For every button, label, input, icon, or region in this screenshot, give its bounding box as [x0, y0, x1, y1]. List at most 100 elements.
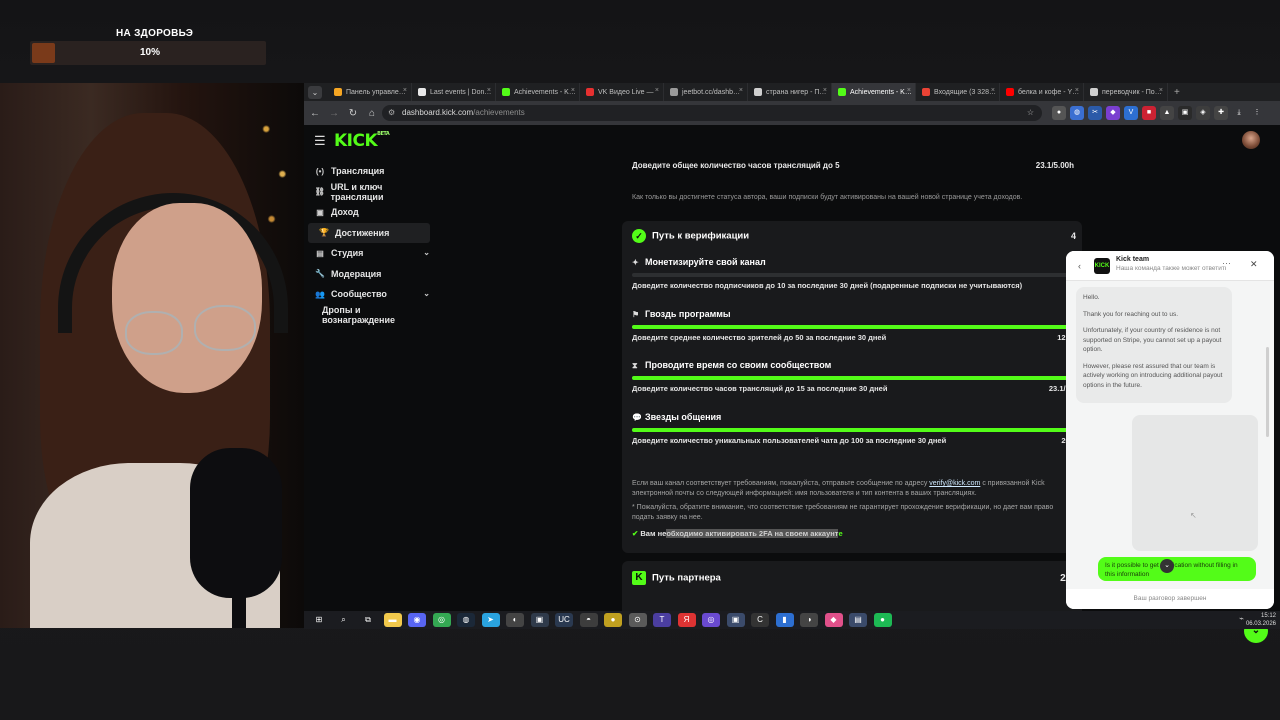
extension-icon[interactable]: ◍ — [1070, 106, 1084, 120]
sidebar-item[interactable]: ▣ Доход — [304, 202, 434, 223]
browser-tab[interactable]: Achievements - K… × — [496, 83, 580, 101]
app4-icon[interactable]: ◎ — [702, 613, 720, 627]
chat-close-icon[interactable]: ✕ — [1250, 259, 1258, 270]
tray-network-icon[interactable]: ⌁ — [1239, 614, 1244, 623]
vpn-icon[interactable]: ◓ — [579, 613, 598, 627]
app9-icon[interactable]: ◆ — [824, 613, 843, 627]
menu-kebab-icon[interactable]: ⋮ — [1250, 106, 1264, 120]
extension-icon[interactable]: ● — [1052, 106, 1066, 120]
app10-icon[interactable]: ▤ — [849, 613, 867, 627]
browser-tab[interactable]: Входящие (3 328… × — [916, 83, 1000, 101]
verify-email-link[interactable]: verify@kick.com — [929, 480, 980, 487]
agent-message-bubble: Hello. Thank you for reaching out to us. U… — [1076, 287, 1232, 403]
hamburger-menu-icon[interactable]: ☰ — [314, 133, 326, 149]
back-icon[interactable]: ← — [307, 108, 323, 119]
tab-close-icon[interactable]: × — [1075, 87, 1079, 94]
verification-header[interactable]: ✓ Путь к верификации — [632, 229, 749, 243]
tab-close-icon[interactable]: × — [487, 87, 491, 94]
browser-tab[interactable]: VK Видео Live — × — [580, 83, 664, 101]
app7-icon[interactable]: ▮ — [775, 613, 794, 627]
extension-icon[interactable]: ▣ — [1178, 106, 1192, 120]
browser-tab[interactable]: Last events | Don… × — [412, 83, 496, 101]
kick-logo[interactable]: KICKBETA — [334, 131, 390, 151]
scroll-down-icon[interactable]: ⌄ — [1160, 559, 1174, 573]
browser-tab[interactable]: Achievements - K… × — [832, 83, 916, 101]
user-avatar[interactable] — [1242, 131, 1260, 149]
tab-label: Панель управле… — [346, 88, 406, 96]
sidebar-item[interactable]: ⛓ URL и ключ трансляции — [304, 182, 434, 203]
verification-info: Если ваш канал соответствует требованиям… — [632, 479, 1072, 499]
download-icon[interactable]: ⤓ — [1232, 106, 1246, 120]
extension-icon[interactable]: ◈ — [1196, 106, 1210, 120]
clock-date: 06.03.2026 — [1245, 621, 1276, 627]
tab-close-icon[interactable]: × — [571, 87, 575, 94]
steam-icon[interactable]: ◍ — [457, 613, 475, 627]
sidebar-item[interactable]: (•) Трансляция — [304, 161, 434, 182]
tab-close-icon[interactable]: × — [991, 87, 995, 94]
chrome-icon[interactable]: ◎ — [432, 613, 451, 627]
taskbar-clock[interactable]: 15:12 06.03.2026 — [1246, 612, 1276, 628]
browser-tab[interactable]: Панель управле… × — [328, 83, 412, 101]
app6-icon[interactable]: C — [751, 613, 769, 627]
browser-tab[interactable]: переводчик - По… × — [1084, 83, 1168, 101]
chat-back-icon[interactable]: ‹ — [1078, 261, 1081, 271]
sidebar-item[interactable]: ▤ Студия ⌄ — [304, 243, 434, 264]
obs-icon[interactable]: ◐ — [506, 613, 524, 627]
chevron-down-icon[interactable]: ⌄ — [423, 289, 430, 298]
requirement-progress-bar — [632, 376, 1072, 380]
browser-tab[interactable]: белка и кофе - Y… × — [1000, 83, 1084, 101]
extension-icon[interactable]: ■ — [1142, 106, 1156, 120]
tab-close-icon[interactable]: × — [1159, 87, 1163, 94]
taskview-icon[interactable]: ⧉ — [359, 613, 377, 627]
tab-close-icon[interactable]: × — [907, 87, 911, 94]
tab-close-icon[interactable]: × — [655, 87, 659, 94]
partner-header[interactable]: K Путь партнера — [632, 571, 721, 585]
uc-icon[interactable]: UC — [555, 613, 573, 627]
home-icon[interactable]: ⌂ — [364, 108, 380, 119]
chat-more-icon[interactable]: ··· — [1222, 258, 1231, 268]
url-field[interactable]: ⚙ dashboard.kick.com/achievements ☆ — [382, 105, 1042, 121]
discord-icon[interactable]: ◉ — [408, 613, 426, 627]
sidebar-item[interactable]: 🔧 Модерация — [304, 264, 434, 285]
tab-close-icon[interactable]: × — [403, 87, 407, 94]
sidebar-item[interactable]: 🏆 Достижения — [308, 222, 430, 243]
app2-icon[interactable]: ● — [604, 613, 622, 627]
chevron-down-icon[interactable]: ⌄ — [423, 248, 430, 257]
app5-icon[interactable]: ▣ — [726, 613, 745, 627]
extension-icon[interactable]: ▲ — [1160, 106, 1174, 120]
search-icon[interactable]: ⌕ — [334, 613, 353, 627]
sidebar-item[interactable]: 👥 Сообщество ⌄ — [304, 284, 434, 305]
tab-close-icon[interactable]: × — [823, 87, 827, 94]
agent-message-text: However, please rest assured that our te… — [1083, 362, 1223, 389]
extension-icon[interactable]: ◆ — [1106, 106, 1120, 120]
agent-message-text: Hello. — [1083, 294, 1100, 301]
image-attachment-bubble[interactable]: ↖ — [1132, 415, 1258, 551]
app8-icon[interactable]: ◑ — [800, 613, 818, 627]
telegram-icon[interactable]: ➤ — [481, 613, 500, 627]
browser-tab[interactable]: страна нигер - П… × — [748, 83, 832, 101]
browser-tab[interactable]: jeetbot.cc/dashb… × — [664, 83, 748, 101]
forward-icon[interactable]: → — [326, 108, 342, 119]
tab-close-icon[interactable]: × — [739, 87, 743, 94]
bookmark-star-icon[interactable]: ☆ — [1027, 105, 1034, 121]
trophy-icon: 🏆 — [319, 228, 329, 238]
webcam-feed — [0, 83, 304, 628]
extension-icon[interactable]: ✂ — [1088, 106, 1102, 120]
spotify-icon[interactable]: ● — [873, 613, 892, 627]
yandex-icon[interactable]: Я — [677, 613, 696, 627]
app-icon[interactable]: ▣ — [530, 613, 549, 627]
tab-search-icon[interactable]: ⌄ — [308, 85, 322, 99]
app3-icon[interactable]: ⊙ — [628, 613, 647, 627]
windows-icon[interactable]: ⊞ — [310, 613, 328, 627]
chat-scrollbar[interactable] — [1266, 347, 1269, 437]
extensions-puzzle-icon[interactable]: ✚ — [1214, 106, 1228, 120]
site-info-icon[interactable]: ⚙ — [388, 105, 395, 121]
explorer-icon[interactable]: ▬ — [383, 613, 402, 627]
sidebar-item[interactable]: Дропы и вознаграждение — [304, 305, 434, 326]
extension-icon[interactable]: V — [1124, 106, 1138, 120]
new-tab-button[interactable]: + — [1174, 87, 1180, 98]
url-path: /achievements — [473, 108, 525, 117]
verification-disclaimer: * Пожалуйста, обратите внимание, что соо… — [632, 504, 1054, 521]
reload-icon[interactable]: ↻ — [345, 108, 361, 119]
twitch-icon[interactable]: T — [653, 613, 671, 627]
